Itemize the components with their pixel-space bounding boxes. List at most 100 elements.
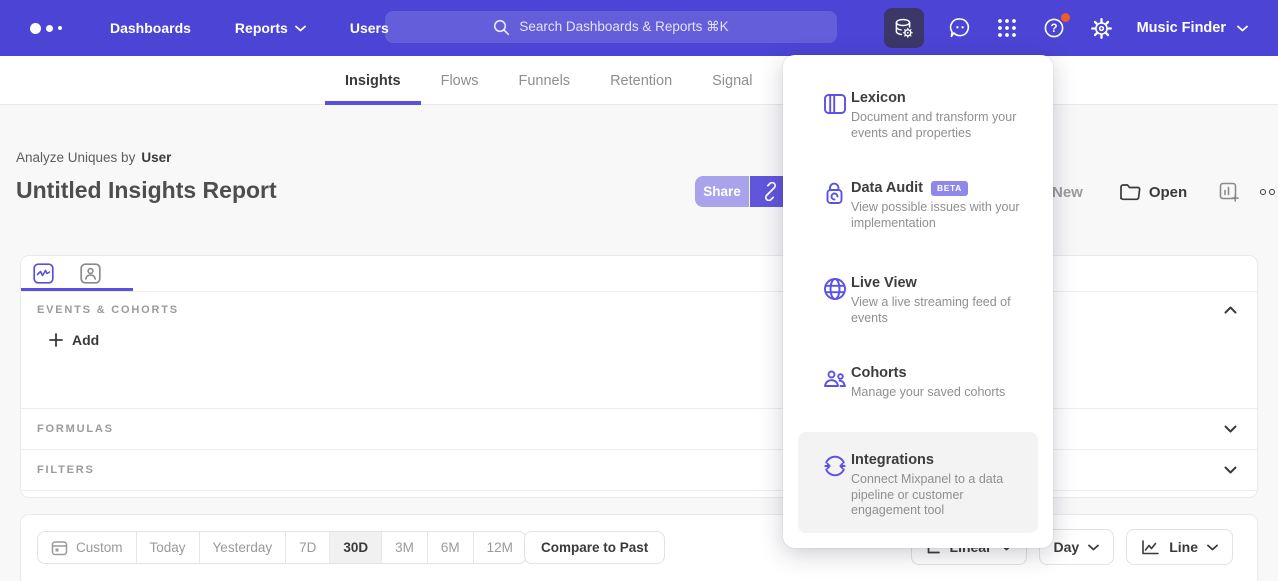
globe-icon [822,276,848,302]
chevron-down-icon [1088,544,1099,551]
integrations-title: Integrations [851,452,934,468]
search-icon [493,19,510,36]
breadcrumb-prefix: Analyze Uniques by [16,150,135,165]
range-12m-label: 12M [487,540,513,555]
dot-icon [1260,189,1266,195]
mixpanel-logo-icon[interactable] [30,23,72,34]
data-audit-desc: View possible issues with your implement… [851,200,1031,231]
database-gear-icon [892,17,915,40]
range-7d[interactable]: 7D [285,532,329,563]
range-custom-label: Custom [76,540,123,555]
interval-label: Day [1054,539,1080,555]
chat-bubble-icon [948,16,972,40]
range-30d[interactable]: 30D [329,532,381,563]
nav-users[interactable]: Users [350,20,389,36]
query-builder-panel: EVENTS & COHORTS Add FORMULAS FILTERS BR… [20,255,1258,498]
tab-retention[interactable]: Retention [590,56,692,105]
lexicon-desc: Document and transform your events and p… [851,110,1031,141]
date-range-segmented-control: Custom Today Yesterday 7D 30D 3M 6M 12M [37,531,527,564]
lock-icon [822,181,848,207]
line-chart-icon [1141,539,1160,556]
more-options-button[interactable] [1260,189,1278,195]
events-metrics-tab[interactable] [33,263,54,284]
feedback-button[interactable] [948,16,972,40]
menu-item-lexicon[interactable]: Lexicon Document and transform your even… [798,77,1038,154]
nav-dashboards-label: Dashboards [110,20,191,36]
range-12m[interactable]: 12M [473,532,526,563]
cohorts-title: Cohorts [851,365,907,381]
tab-insights[interactable]: Insights [325,56,421,105]
cohorts-desc: Manage your saved cohorts [851,385,1031,401]
formulas-label: FORMULAS [37,423,114,435]
tab-signal[interactable]: Signal [692,56,772,105]
range-3m-label: 3M [395,540,414,555]
tab-flows-label: Flows [441,73,479,89]
menu-item-integrations[interactable]: Integrations Connect Mixpanel to a data … [798,432,1038,533]
range-today[interactable]: Today [136,532,199,563]
apps-grid-button[interactable] [996,17,1018,39]
live-view-title: Live View [851,275,917,291]
share-button[interactable]: Share [695,176,749,207]
beta-badge: BETA [931,181,968,196]
nav-reports[interactable]: Reports [235,20,306,36]
help-button[interactable]: ? [1042,16,1066,40]
data-management-menu: Lexicon Document and transform your even… [783,55,1053,548]
new-report-button[interactable]: New [1052,184,1083,201]
report-title[interactable]: Untitled Insights Report [16,177,277,204]
sync-arrows-icon [822,453,848,479]
section-breakdowns[interactable]: BREAKDOWNS [21,490,1257,498]
menu-item-data-audit[interactable]: Data Audit BETA View possible issues wit… [798,167,1038,244]
settings-button[interactable] [1090,17,1113,40]
tab-funnels-label: Funnels [518,73,570,89]
open-report-button[interactable]: Open [1119,183,1187,202]
range-yesterday[interactable]: Yesterday [199,532,286,563]
section-filters[interactable]: FILTERS [21,449,1257,490]
top-nav-bar: Dashboards Reports Users Search Dashboar… [0,0,1278,56]
active-tab-underline [21,288,133,291]
chevron-down-icon [1207,544,1218,551]
nav-users-label: Users [350,20,389,36]
link-icon [761,182,780,201]
events-cohorts-label: EVENTS & COHORTS [37,304,179,316]
people-icon [822,366,848,392]
svg-text:?: ? [1050,23,1057,35]
nav-dashboards[interactable]: Dashboards [110,20,191,36]
add-to-board-button[interactable] [1219,182,1240,203]
section-events-cohorts[interactable]: EVENTS & COHORTS [21,292,1257,316]
chart-type-dropdown[interactable]: Line [1126,529,1233,565]
range-3m[interactable]: 3M [381,532,427,563]
open-label: Open [1149,184,1187,201]
range-6m[interactable]: 6M [427,532,473,563]
project-switcher[interactable]: Music Finder [1137,20,1248,36]
tab-insights-label: Insights [345,73,401,89]
chevron-down-icon [1237,25,1248,32]
menu-item-cohorts[interactable]: Cohorts Manage your saved cohorts [798,352,1038,414]
data-management-button[interactable] [884,8,924,48]
tab-funnels[interactable]: Funnels [498,56,590,105]
range-30d-label: 30D [343,540,368,555]
search-placeholder: Search Dashboards & Reports ⌘K [519,19,728,35]
gear-icon [1090,17,1113,40]
plus-icon [49,333,63,347]
search-input[interactable]: Search Dashboards & Reports ⌘K [385,11,837,43]
user-profiles-tab[interactable] [80,263,101,284]
range-6m-label: 6M [441,540,460,555]
range-custom[interactable]: Custom [38,532,136,563]
range-7d-label: 7D [299,540,316,555]
person-tab-icon [80,263,101,284]
tab-flows[interactable]: Flows [421,56,499,105]
chart-tab-icon [33,263,54,284]
grid-dots-icon [996,17,1018,39]
top-nav-links: Dashboards Reports Users [110,20,389,36]
add-event-button[interactable]: Add [49,332,1257,348]
compare-to-past-button[interactable]: Compare to Past [524,531,665,564]
filters-label: FILTERS [37,464,95,476]
menu-item-live-view[interactable]: Live View View a live streaming feed of … [798,262,1038,339]
analysis-entity-selector[interactable]: User [141,150,171,165]
lexicon-book-icon [822,91,848,117]
notification-dot [1061,13,1070,22]
chart-type-label: Line [1169,539,1198,555]
chevron-down-icon [1224,425,1237,433]
lexicon-title: Lexicon [851,90,906,106]
section-formulas[interactable]: FORMULAS [21,408,1257,449]
